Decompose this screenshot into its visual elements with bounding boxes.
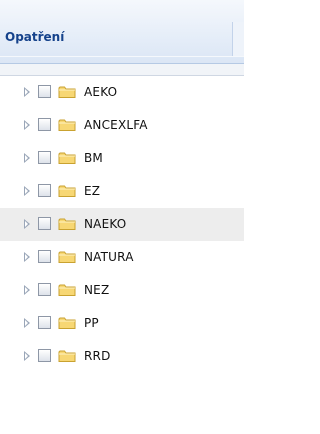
- folder-icon: [58, 217, 76, 231]
- panel-subheader: [0, 64, 244, 76]
- checkbox-icon[interactable]: [38, 118, 51, 131]
- checkbox-icon[interactable]: [38, 85, 51, 98]
- tree-node-label: NAEKO: [84, 217, 127, 231]
- tree-node-label: PP: [84, 316, 99, 330]
- folder-icon: [58, 118, 76, 132]
- tree-node-aeko[interactable]: AEKO: [0, 76, 244, 109]
- tree-node-label: ANCEXLFA: [84, 118, 148, 132]
- checkbox-icon[interactable]: [38, 184, 51, 197]
- folder-icon: [58, 316, 76, 330]
- tree-node-label: RRD: [84, 349, 111, 363]
- panel-title: Opatření: [5, 30, 65, 44]
- expand-arrow-icon[interactable]: [24, 285, 30, 295]
- checkbox-icon[interactable]: [38, 151, 51, 164]
- tree-node-bm[interactable]: BM: [0, 142, 244, 175]
- expand-arrow-icon[interactable]: [24, 87, 30, 97]
- tree-node-nez[interactable]: NEZ: [0, 274, 244, 307]
- expand-arrow-icon[interactable]: [24, 252, 30, 262]
- folder-icon: [58, 184, 76, 198]
- tree-node-pp[interactable]: PP: [0, 307, 244, 340]
- folder-icon: [58, 85, 76, 99]
- checkbox-icon[interactable]: [38, 217, 51, 230]
- header-right-cell: [233, 22, 244, 56]
- tree-node-label: BM: [84, 151, 103, 165]
- tree-panel: Opatření AEKO ANCEXLFA BM EZ NAEKO NATUR…: [0, 0, 244, 434]
- folder-icon: [58, 283, 76, 297]
- checkbox-icon[interactable]: [38, 250, 51, 263]
- expand-arrow-icon[interactable]: [24, 318, 30, 328]
- tree-node-label: NATURA: [84, 250, 134, 264]
- tree-node-label: NEZ: [84, 283, 110, 297]
- tree-node-rrd[interactable]: RRD: [0, 340, 244, 373]
- tree-node-ez[interactable]: EZ: [0, 175, 244, 208]
- folder-icon: [58, 151, 76, 165]
- tree-node-label: EZ: [84, 184, 101, 198]
- checkbox-icon[interactable]: [38, 316, 51, 329]
- expand-arrow-icon[interactable]: [24, 153, 30, 163]
- checkbox-icon[interactable]: [38, 349, 51, 362]
- panel-header: Opatření: [0, 0, 244, 64]
- expand-arrow-icon[interactable]: [24, 351, 30, 361]
- tree-node-label: AEKO: [84, 85, 118, 99]
- checkbox-icon[interactable]: [38, 283, 51, 296]
- tree-node-natura[interactable]: NATURA: [0, 241, 244, 274]
- folder-icon: [58, 250, 76, 264]
- tree-node-naeko[interactable]: NAEKO: [0, 208, 244, 241]
- expand-arrow-icon[interactable]: [24, 120, 30, 130]
- tree-node-ancexlfa[interactable]: ANCEXLFA: [0, 109, 244, 142]
- expand-arrow-icon[interactable]: [24, 186, 30, 196]
- folder-icon: [58, 349, 76, 363]
- expand-arrow-icon[interactable]: [24, 219, 30, 229]
- header-rule: [0, 56, 244, 57]
